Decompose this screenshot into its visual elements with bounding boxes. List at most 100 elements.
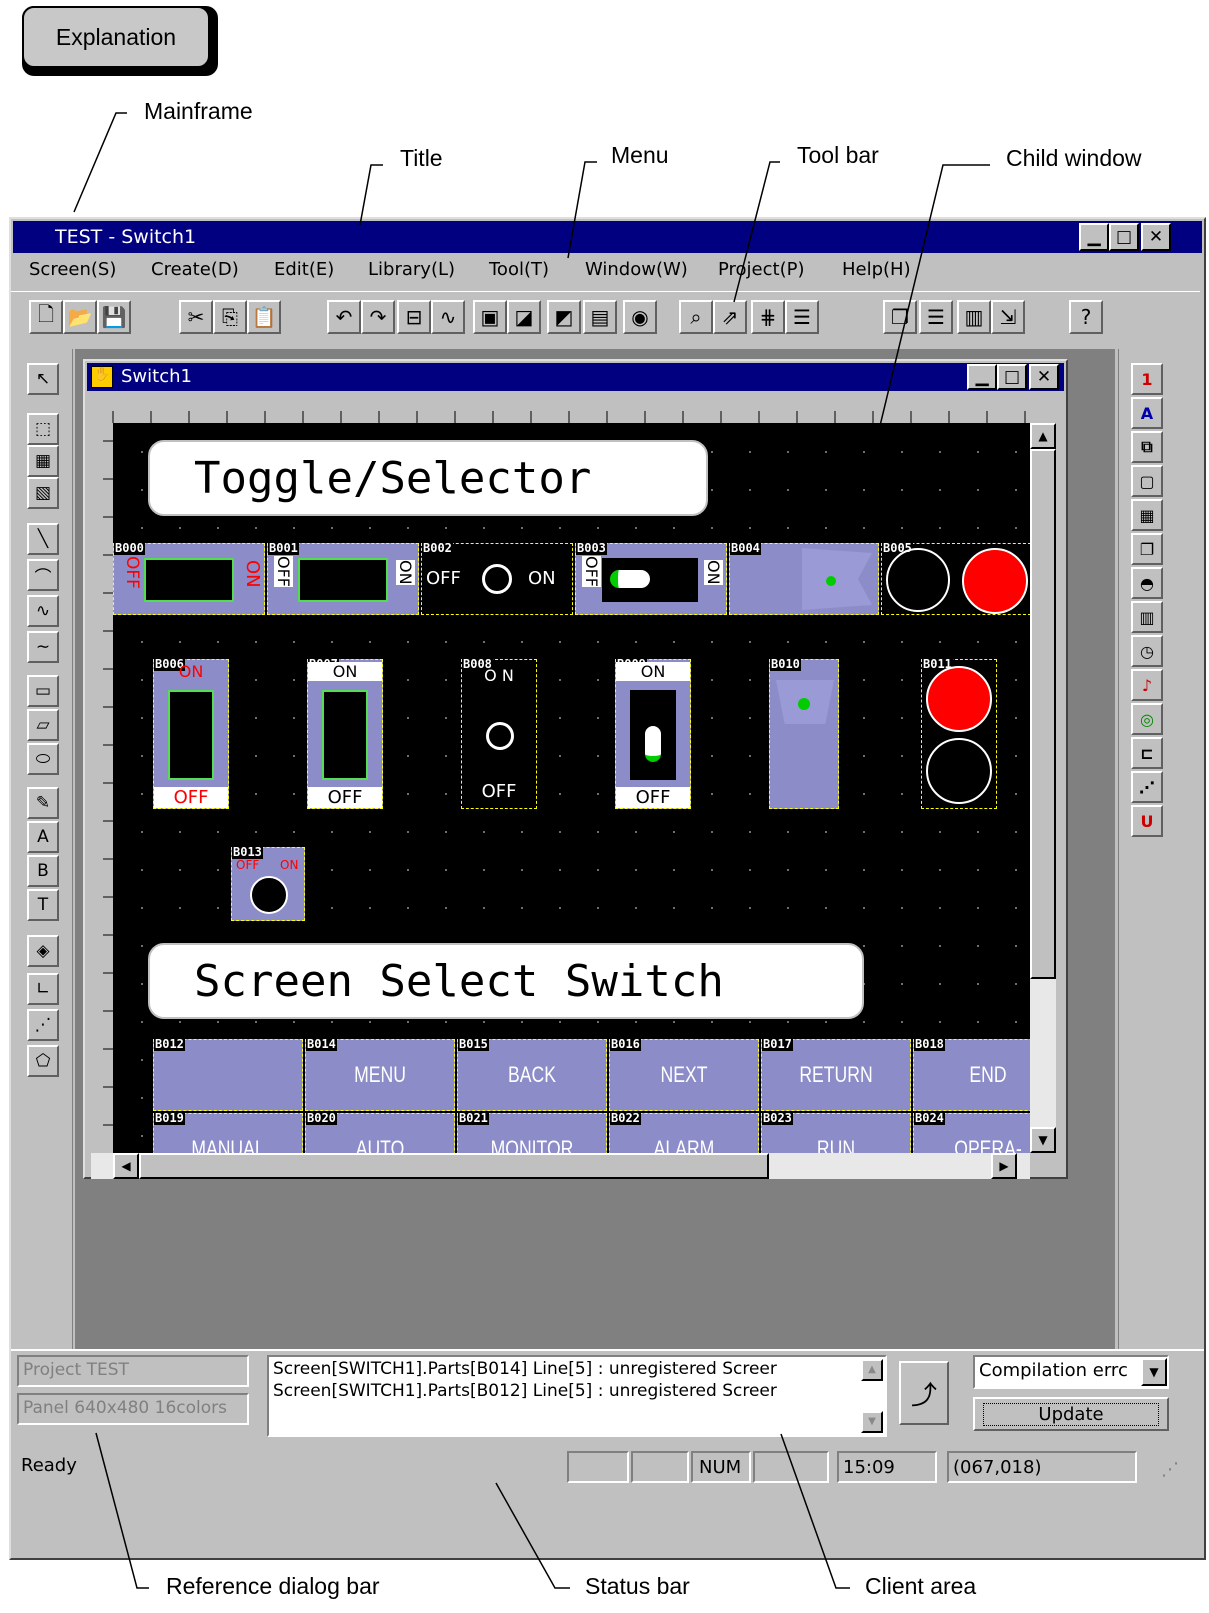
screen-select-button[interactable]: B022 ALARM <box>609 1112 759 1153</box>
scroll-up-button[interactable]: ▲ <box>1030 423 1056 449</box>
child-minimize-button[interactable]: ▁ <box>967 364 997 390</box>
tile-horizontal-button[interactable]: ☰ <box>919 300 953 334</box>
jump-button[interactable]: ⤴ <box>899 1361 949 1425</box>
screen-select-button[interactable]: B017 RETURN <box>761 1038 911 1111</box>
resize-grip-icon[interactable]: ⋰ <box>1161 1459 1179 1480</box>
axis-tool[interactable]: ∟ <box>27 973 59 1005</box>
message-line[interactable]: Screen[SWITCH1].Parts[B014] Line[5] : un… <box>273 1359 857 1379</box>
maximize-button[interactable]: □ <box>1109 223 1139 251</box>
properties-button[interactable]: ☰ <box>785 300 819 334</box>
grid-button[interactable]: ⋕ <box>751 300 785 334</box>
window-part-tool[interactable]: ❐ <box>1131 533 1163 565</box>
screen-select-button[interactable]: B016 NEXT <box>609 1038 759 1111</box>
child-maximize-button[interactable]: □ <box>997 364 1027 390</box>
menu-project[interactable]: Project(P) <box>718 259 804 280</box>
push-button-part[interactable]: B004 <box>729 542 879 615</box>
message-scroll-down[interactable]: ▼ <box>861 1411 883 1433</box>
part-button-tool[interactable]: ◈ <box>27 935 59 967</box>
vertical-scrollbar[interactable]: ▲ ▼ <box>1030 423 1056 1153</box>
label-screen-select-switch[interactable]: Screen Select Switch <box>148 943 864 1019</box>
close-button[interactable]: ✕ <box>1141 223 1171 251</box>
screen-select-button[interactable]: B018 END <box>913 1038 1030 1111</box>
vertical-toggle-part[interactable]: B007ONOFF <box>307 658 383 809</box>
menu-tool[interactable]: Tool(T) <box>489 259 549 280</box>
child-close-button[interactable]: ✕ <box>1029 364 1059 390</box>
vertical-toggle-part[interactable]: B006 ON OFF <box>153 658 229 809</box>
library-button[interactable]: ▤ <box>583 300 617 334</box>
polyline-tool[interactable]: ∿ <box>27 595 59 627</box>
message-part-tool[interactable]: ▢ <box>1131 465 1163 497</box>
screen-select-button[interactable]: B015 BACK <box>457 1038 607 1111</box>
polygon-tool[interactable]: ⬠ <box>27 1045 59 1077</box>
cascade-button[interactable]: ❐ <box>883 300 917 334</box>
screen-select-button[interactable]: B019 MANUAL <box>153 1112 303 1153</box>
horizontal-scroll-thumb[interactable] <box>139 1153 769 1179</box>
user-part-tool[interactable]: U <box>1131 805 1163 837</box>
edit-part-tool[interactable]: ▧ <box>27 477 59 509</box>
toggle-part[interactable]: B003 ON OFF <box>575 542 727 615</box>
error-type-select[interactable]: Compilation errc ▼ <box>973 1355 1169 1389</box>
message-scroll-up[interactable]: ▲ <box>861 1359 883 1381</box>
list-part-tool[interactable]: ⊏ <box>1131 737 1163 769</box>
graph-part-tool[interactable]: ▥ <box>1131 601 1163 633</box>
message-list[interactable]: Screen[SWITCH1].Parts[B014] Line[5] : un… <box>267 1355 887 1437</box>
label-toggle-selector[interactable]: Toggle/Selector <box>148 440 708 516</box>
line-tool[interactable]: ╲ <box>27 523 59 555</box>
redo-button[interactable]: ↷ <box>361 300 395 334</box>
toggle-part[interactable]: B001 ON OFF <box>267 542 419 615</box>
menu-create[interactable]: Create(D) <box>151 259 239 280</box>
screen-select-button[interactable]: B023 RUN <box>761 1112 911 1153</box>
help-button[interactable]: ? <box>1069 300 1103 334</box>
meter-part-tool[interactable]: ◓ <box>1131 567 1163 599</box>
minimize-button[interactable]: ▁ <box>1079 223 1109 251</box>
lamp-part-tool[interactable]: 1 <box>1131 363 1163 395</box>
forward-button[interactable]: ◩ <box>547 300 581 334</box>
text-display-part-tool[interactable]: A <box>1131 397 1163 429</box>
menu-screen[interactable]: Screen(S) <box>29 259 116 280</box>
bitmap-text-tool[interactable]: B <box>27 855 59 887</box>
scroll-left-button[interactable]: ◀ <box>113 1153 139 1179</box>
screen-select-button[interactable]: B024 OPERA- <box>913 1112 1030 1153</box>
copy-button[interactable]: ⎘ <box>213 300 247 334</box>
scroll-down-button[interactable]: ▼ <box>1030 1127 1056 1153</box>
screen-select-button[interactable]: B012 <box>153 1038 303 1111</box>
graph-tool[interactable]: ⋰ <box>27 1009 59 1041</box>
curve-tool[interactable]: ∼ <box>27 631 59 663</box>
scroll-right-button[interactable]: ▶ <box>991 1153 1017 1179</box>
cut-button[interactable]: ✂ <box>179 300 213 334</box>
select-part-tool[interactable]: ▦ <box>27 445 59 477</box>
rotary-selector-part[interactable]: B013 OFF ON <box>231 846 305 921</box>
open-folder-button[interactable]: 📂 <box>63 300 97 334</box>
ascii-part-tool[interactable]: ◎ <box>1131 703 1163 735</box>
clock-part-tool[interactable]: ◷ <box>1131 635 1163 667</box>
update-button[interactable]: Update <box>973 1397 1169 1431</box>
screen-switch-part-tool[interactable]: ⧉ <box>1131 431 1163 463</box>
lamp-part[interactable]: B005 <box>881 542 1030 615</box>
front-button[interactable]: ▣ <box>473 300 507 334</box>
message-line[interactable]: Screen[SWITCH1].Parts[B012] Line[5] : un… <box>273 1381 857 1401</box>
rectangle-tool[interactable]: ▭ <box>27 675 59 707</box>
text-box-tool[interactable]: T <box>27 889 59 921</box>
select-area-tool[interactable]: ⬚ <box>27 413 59 445</box>
text-tool[interactable]: A <box>27 821 59 853</box>
group-button[interactable]: ⊟ <box>397 300 431 334</box>
screen-select-button[interactable]: B020 AUTO <box>305 1112 455 1153</box>
alarm-part-tool[interactable]: ♪ <box>1131 669 1163 701</box>
screen-select-button[interactable]: B021 MONITOR <box>457 1112 607 1153</box>
menu-help[interactable]: Help(H) <box>842 259 911 280</box>
screen-select-button[interactable]: B014 MENU <box>305 1038 455 1111</box>
new-file-button[interactable]: 🗋 <box>29 300 63 334</box>
numeric-input-part-tool[interactable]: ▦ <box>1131 499 1163 531</box>
trend-part-tool[interactable]: ⋰ <box>1131 771 1163 803</box>
tile-vertical-button[interactable]: ▥ <box>957 300 991 334</box>
toggle-part[interactable]: B000 ON OFF <box>113 542 265 615</box>
back-button[interactable]: ◪ <box>507 300 541 334</box>
compile-button[interactable]: ⇗ <box>713 300 747 334</box>
vertical-lamp-part[interactable]: B011 <box>921 658 997 809</box>
menu-edit[interactable]: Edit(E) <box>274 259 334 280</box>
pointer-tool[interactable]: ↖ <box>27 363 59 395</box>
fill-tool[interactable]: ✎ <box>27 787 59 819</box>
vertical-selector-part[interactable]: B008 O N OFF <box>461 658 537 809</box>
undo-button[interactable]: ↶ <box>327 300 361 334</box>
vertical-push-button-part[interactable]: B010 <box>769 658 839 809</box>
